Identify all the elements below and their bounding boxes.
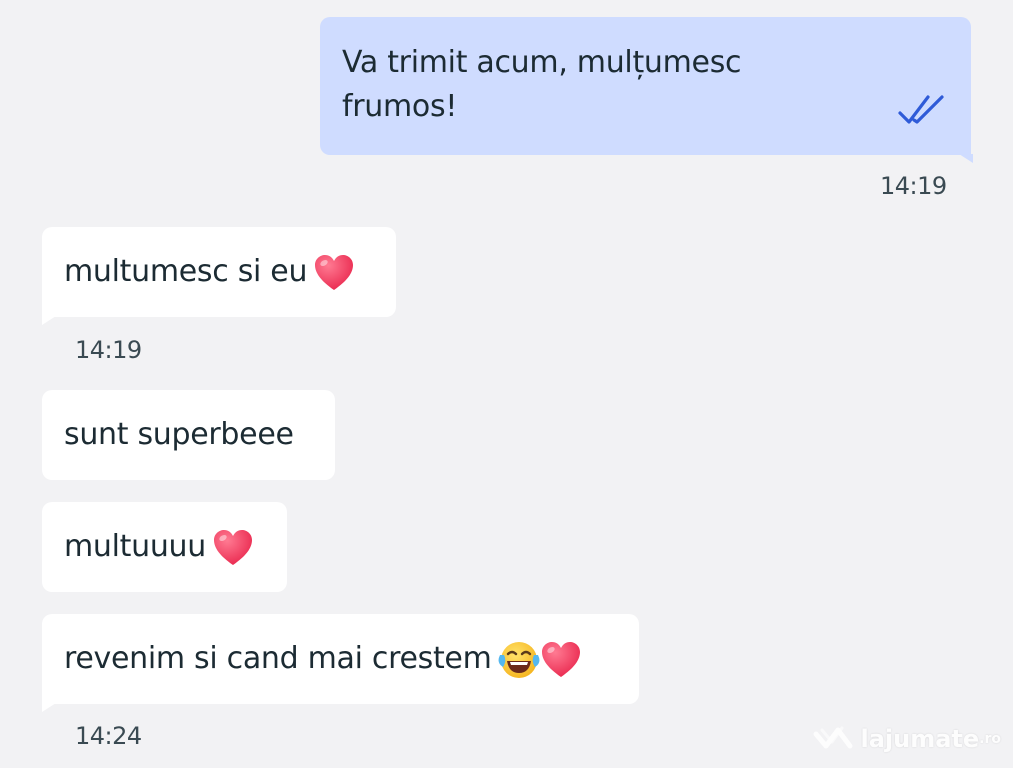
message-text: multuuuu [64, 529, 206, 564]
lajumate-logo-icon [813, 726, 853, 749]
outgoing-message-bubble[interactable]: Va trimit acum, mulțumesc frumos! [320, 17, 973, 163]
read-double-check-icon [898, 95, 944, 124]
message-text-line-2: frumos! [342, 89, 458, 124]
message-text: revenim si cand mai crestem [64, 641, 492, 676]
incoming-message-bubble[interactable]: multumesc si eu [42, 227, 396, 325]
incoming-message-bubble[interactable]: revenim si cand mai crestem [42, 614, 639, 712]
incoming-message-bubble[interactable]: multuuuu [42, 502, 287, 592]
red-heart-icon [212, 528, 254, 568]
message-text: multumesc si eu [64, 254, 308, 289]
watermark: lajumate .ro [812, 722, 1001, 756]
message-timestamp: 14:19 [75, 336, 142, 364]
watermark-text: lajumate [860, 725, 980, 753]
watermark-suffix: .ro [979, 731, 1001, 747]
message-text: sunt superbeee [64, 417, 294, 452]
red-heart-icon [313, 253, 355, 293]
message-text-line-1: Va trimit acum, mulțumesc [342, 45, 742, 80]
incoming-message-bubble[interactable]: sunt superbeee [42, 390, 335, 480]
message-timestamp: 14:19 [880, 172, 947, 200]
tears-of-joy-icon [498, 639, 540, 681]
red-heart-icon [540, 640, 582, 680]
message-timestamp: 14:24 [75, 722, 142, 750]
